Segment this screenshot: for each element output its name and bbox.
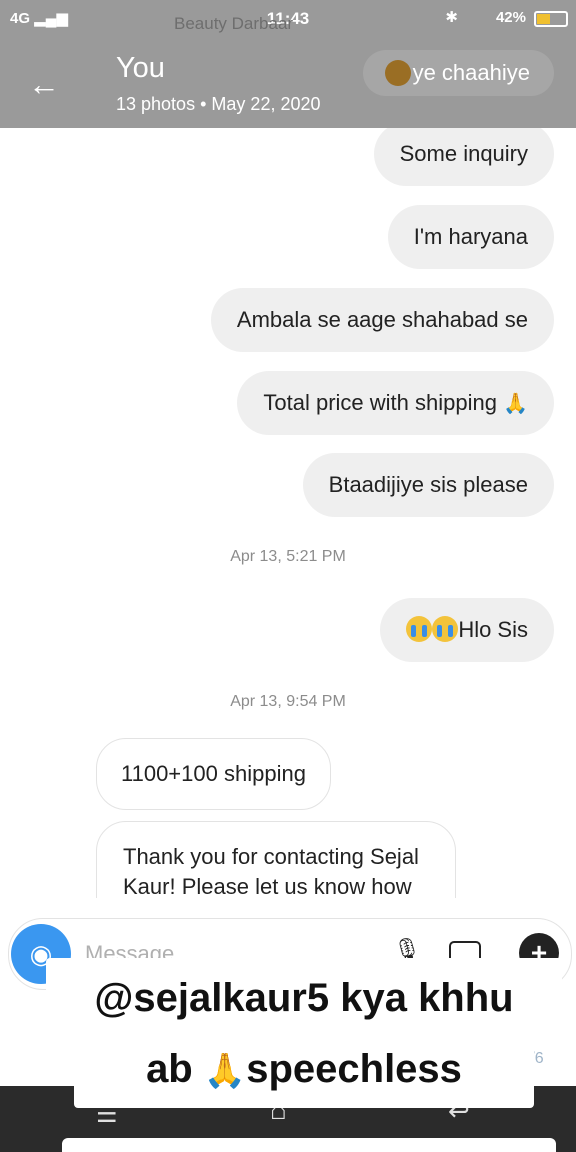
- message-line: Kaur! Please let us know how: [123, 874, 412, 898]
- bluetooth-icon: ✱: [445, 9, 458, 26]
- ghost-header-name: Beauty Darbaar: [174, 14, 294, 33]
- message-bubble[interactable]: Btaadijiye sis please: [302, 453, 554, 517]
- photos-count: 13 photos: [116, 94, 196, 114]
- back-arrow-icon[interactable]: ←: [28, 66, 60, 103]
- photo-viewer-header: ← You 13 photos • May 22, 2020 ye chaahi…: [0, 38, 576, 128]
- message-bubble[interactable]: Total price with shipping 🙏: [237, 371, 554, 435]
- timestamp: Apr 13, 9:54 PM: [230, 693, 346, 710]
- incoming-message-bubble[interactable]: 1100+100 shipping: [96, 738, 331, 810]
- caption-line-2: ab 🙏speechless: [74, 1030, 534, 1108]
- header-subtitle: 13 photos • May 22, 2020: [116, 94, 321, 115]
- message-bubble[interactable]: Some inquiry: [373, 128, 554, 186]
- video-caption-overlay: @sejalkaur5 kya khhu ab 🙏speechless: [46, 958, 562, 1108]
- battery-percent: 42%: [495, 9, 526, 26]
- message-bubble[interactable]: I'm haryana: [387, 205, 554, 269]
- header-date: May 22, 2020: [211, 94, 321, 114]
- bottom-sheet-edge: [62, 1138, 556, 1152]
- incoming-message-bubble[interactable]: Thank you for contacting Sejal Kaur! Ple…: [96, 821, 456, 898]
- crying-face-icon: [406, 616, 433, 642]
- message-bubble-overlap[interactable]: ye chaahiye: [362, 50, 554, 96]
- crying-face-icon: [432, 616, 459, 642]
- chat-thread: Some inquiry I'm haryana Ambala se aage …: [0, 128, 576, 898]
- message-bubble[interactable]: Ambala se aage shahabad se: [210, 288, 554, 352]
- message-line: Thank you for contacting Sejal: [123, 844, 419, 869]
- caption-line-1: @sejalkaur5 kya khhu: [46, 958, 562, 1038]
- folded-hands-icon: 🙏: [203, 1052, 247, 1090]
- message-bubble[interactable]: Hlo Sis: [380, 598, 554, 662]
- battery-icon: [534, 11, 568, 27]
- sad-face-icon: [384, 60, 411, 86]
- folded-hands-icon: 🙏: [503, 393, 528, 415]
- separator: •: [200, 94, 207, 114]
- timestamp: Apr 13, 5:21 PM: [230, 548, 346, 565]
- header-title: You: [116, 52, 165, 84]
